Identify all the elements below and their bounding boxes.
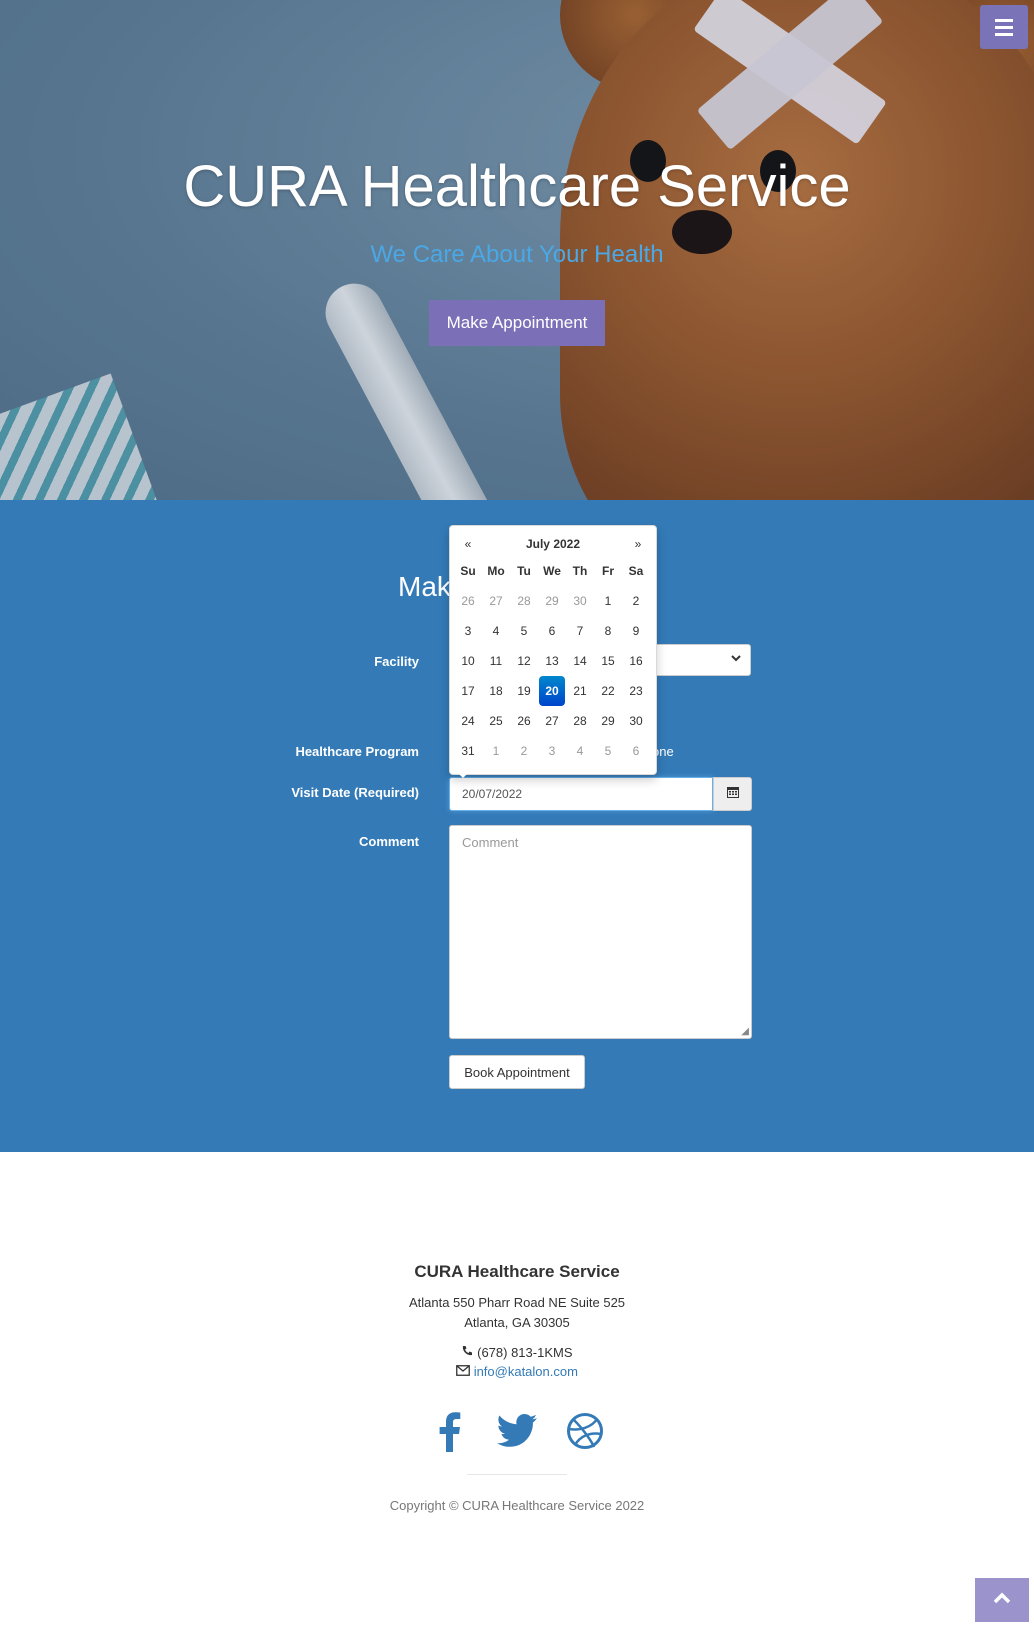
- datepicker-day[interactable]: 2: [623, 586, 649, 616]
- datepicker-day[interactable]: 1: [483, 736, 509, 766]
- social-links: [0, 1408, 1034, 1454]
- datepicker-day[interactable]: 14: [567, 646, 593, 676]
- datepicker-day[interactable]: 29: [539, 586, 565, 616]
- datepicker-day[interactable]: 17: [455, 676, 481, 706]
- hamburger-icon: [995, 18, 1013, 22]
- datepicker-day[interactable]: 8: [595, 616, 621, 646]
- datepicker-day[interactable]: 28: [567, 706, 593, 736]
- phone-number: (678) 813-1KMS: [477, 1345, 573, 1360]
- comment-placeholder: Comment: [462, 835, 519, 850]
- datepicker-day[interactable]: 4: [483, 616, 509, 646]
- datepicker-next-button[interactable]: »: [628, 537, 648, 551]
- footer-address: Atlanta 550 Pharr Road NE Suite 525 Atla…: [0, 1293, 1034, 1333]
- envelope-icon: [456, 1364, 474, 1379]
- hero-section: CURA Healthcare Service We Care About Yo…: [0, 0, 1034, 500]
- datepicker-day[interactable]: 6: [623, 736, 649, 766]
- healthcare-program-label: Healthcare Program: [295, 744, 419, 759]
- weekday-header: Sa: [628, 564, 644, 578]
- book-appointment-button[interactable]: Book Appointment: [449, 1055, 585, 1089]
- datepicker-day[interactable]: 24: [455, 706, 481, 736]
- datepicker-day[interactable]: 5: [595, 736, 621, 766]
- datepicker-day[interactable]: 19: [511, 676, 537, 706]
- resize-grip-icon[interactable]: ◢: [741, 1026, 749, 1037]
- facility-label: Facility: [374, 654, 419, 669]
- datepicker-day[interactable]: 22: [595, 676, 621, 706]
- datepicker-day[interactable]: 27: [483, 586, 509, 616]
- twitter-icon[interactable]: [497, 1408, 537, 1454]
- datepicker-day[interactable]: 28: [511, 586, 537, 616]
- address-line-2: Atlanta, GA 30305: [464, 1315, 570, 1330]
- appointment-heading: Make Appointment: [398, 571, 450, 602]
- address-line-1: Atlanta 550 Pharr Road NE Suite 525: [408, 1295, 626, 1310]
- datepicker-day[interactable]: 9: [623, 616, 649, 646]
- weekday-header: Su: [460, 564, 476, 578]
- datepicker-day[interactable]: 1: [595, 586, 621, 616]
- footer-title: CURA Healthcare Service: [414, 1262, 620, 1281]
- datepicker-day[interactable]: 29: [595, 706, 621, 736]
- facebook-icon[interactable]: [429, 1408, 469, 1454]
- datepicker-day[interactable]: 13: [539, 646, 565, 676]
- weekday-header: We: [543, 564, 561, 578]
- datepicker-popup: « July 2022 » Su Mo Tu We Th Fr Sa 26 27 28 29 30 1 2…: [449, 525, 657, 775]
- datepicker-day[interactable]: 12: [511, 646, 537, 676]
- datepicker-day[interactable]: 15: [595, 646, 621, 676]
- datepicker-day[interactable]: 25: [483, 706, 509, 736]
- calendar-button[interactable]: [713, 777, 752, 811]
- chevron-up-icon: [993, 1591, 1011, 1609]
- visit-date-label: Visit Date (Required): [291, 785, 419, 800]
- footer-email: info@katalon.com: [0, 1364, 1034, 1379]
- datepicker-day[interactable]: 3: [539, 736, 565, 766]
- datepicker-day[interactable]: 30: [623, 706, 649, 736]
- datepicker-day[interactable]: 26: [455, 586, 481, 616]
- chevron-down-icon: [730, 651, 742, 667]
- footer-phone: (678) 813-1KMS: [0, 1345, 1034, 1360]
- scroll-to-top-button[interactable]: [975, 1578, 1029, 1622]
- email-link[interactable]: info@katalon.com: [474, 1364, 578, 1379]
- footer-divider: [467, 1474, 567, 1475]
- phone-icon: [461, 1345, 477, 1360]
- hero-subtitle: We Care About Your Health: [370, 241, 664, 268]
- weekday-header: Fr: [602, 564, 614, 578]
- comment-textarea[interactable]: Comment ◢: [449, 825, 752, 1039]
- datepicker-day[interactable]: 6: [539, 616, 565, 646]
- datepicker-day[interactable]: 31: [455, 736, 481, 766]
- make-appointment-button[interactable]: Make Appointment: [429, 300, 605, 346]
- datepicker-day[interactable]: 7: [567, 616, 593, 646]
- datepicker-day[interactable]: 4: [567, 736, 593, 766]
- datepicker-day[interactable]: 27: [539, 706, 565, 736]
- weekday-header: Mo: [487, 564, 505, 578]
- datepicker-day[interactable]: 11: [483, 646, 509, 676]
- datepicker-day[interactable]: 21: [567, 676, 593, 706]
- datepicker-day-selected[interactable]: 20: [539, 676, 565, 706]
- datepicker-month-title[interactable]: July 2022: [450, 537, 656, 551]
- datepicker-day[interactable]: 3: [455, 616, 481, 646]
- menu-toggle-button[interactable]: [980, 5, 1028, 49]
- datepicker-day[interactable]: 23: [623, 676, 649, 706]
- datepicker-day[interactable]: 10: [455, 646, 481, 676]
- weekday-header: Tu: [517, 564, 531, 578]
- datepicker-day[interactable]: 16: [623, 646, 649, 676]
- comment-label: Comment: [359, 834, 419, 849]
- datepicker-day[interactable]: 2: [511, 736, 537, 766]
- copyright-text: Copyright © CURA Healthcare Service 2022: [389, 1498, 645, 1513]
- weekday-header: Th: [572, 564, 588, 578]
- datepicker-day[interactable]: 5: [511, 616, 537, 646]
- datepicker-day[interactable]: 18: [483, 676, 509, 706]
- visit-date-input[interactable]: 20/07/2022: [449, 777, 713, 811]
- dribbble-icon[interactable]: [565, 1408, 605, 1454]
- datepicker-day[interactable]: 26: [511, 706, 537, 736]
- datepicker-pointer: [456, 771, 470, 778]
- datepicker-grid: Su Mo Tu We Th Fr Sa 26 27 28 29 30 1 2 3 4 5 6 7 8 9 10 11 12 1…: [454, 556, 650, 766]
- calendar-icon: [726, 785, 740, 804]
- datepicker-day[interactable]: 30: [567, 586, 593, 616]
- hero-title: CURA Healthcare Service: [183, 154, 851, 219]
